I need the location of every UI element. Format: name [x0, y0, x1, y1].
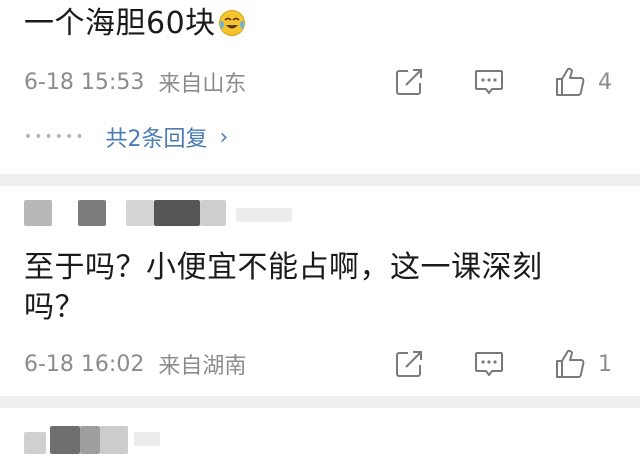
comment-time: 6-18 15:53: [24, 69, 145, 95]
thumbs-up-icon: [554, 66, 586, 98]
comment-body-line-2: 吗？: [24, 290, 85, 325]
comment-icon: [473, 67, 505, 97]
comment-body-line-1: 至于吗？小便宜不能占啊，这一课深刻: [24, 250, 543, 285]
reply-dots: ••••••: [24, 129, 86, 145]
crying-laughing-emoji-icon: [218, 8, 246, 48]
section-divider: [0, 396, 640, 408]
share-icon: [394, 67, 424, 97]
like-count: 1: [598, 351, 612, 377]
comment-meta: 6-18 15:53 来自山东 4: [24, 64, 640, 100]
comment-location: 来自山东: [158, 72, 247, 97]
comment-button[interactable]: [473, 346, 505, 382]
comment-location: 来自湖南: [158, 354, 247, 379]
replies-row[interactable]: •••••• 共2条回复 ›: [24, 120, 228, 154]
like-button[interactable]: 4: [554, 64, 612, 100]
comment-button[interactable]: [473, 64, 505, 100]
comment-time: 6-18 16:02: [24, 351, 145, 377]
share-button[interactable]: [394, 64, 424, 100]
like-count: 4: [598, 69, 612, 95]
share-icon: [394, 349, 424, 379]
view-replies-link[interactable]: 共2条回复: [106, 121, 208, 153]
like-button[interactable]: 1: [554, 346, 612, 382]
thumbs-up-icon: [554, 348, 586, 380]
comment-meta: 6-18 16:02 来自湖南 1: [24, 346, 640, 382]
comment-text: 一个海胆60块: [24, 4, 246, 48]
comment-body: 一个海胆60块: [24, 6, 216, 41]
comment-icon: [473, 349, 505, 379]
chevron-right-icon: ›: [219, 124, 229, 150]
section-divider: [0, 174, 640, 186]
comment-text: 至于吗？小便宜不能占啊，这一课深刻 吗？: [24, 248, 543, 328]
share-button[interactable]: [394, 346, 424, 382]
